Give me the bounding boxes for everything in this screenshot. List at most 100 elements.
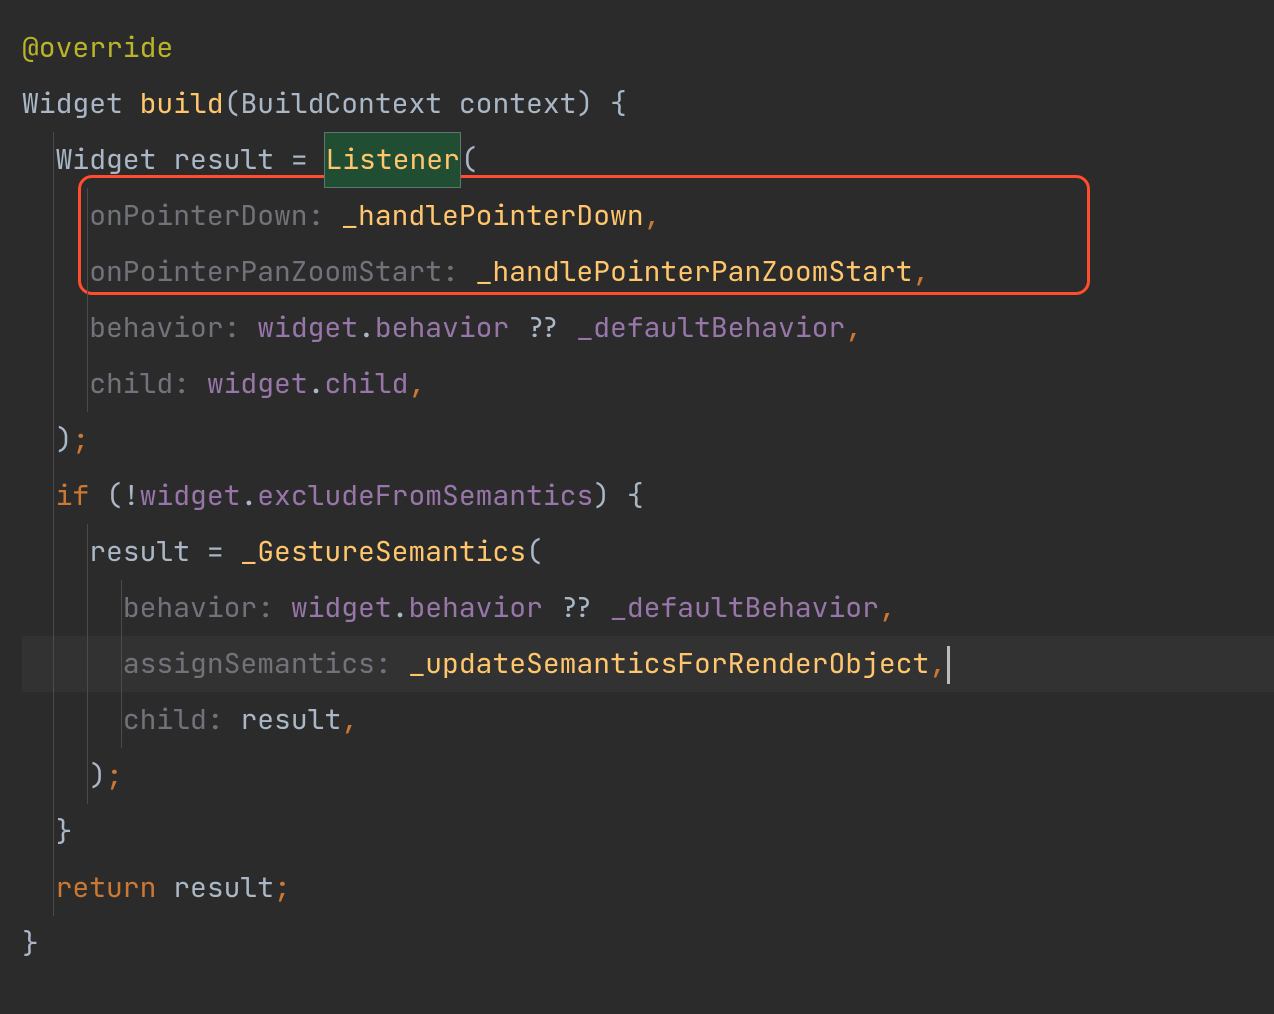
token: , <box>879 589 896 626</box>
token: : <box>442 253 476 290</box>
code-line[interactable]: behavior: widget.behavior ?? _defaultBeh… <box>22 300 1274 356</box>
indent-guide <box>87 524 88 580</box>
token: child <box>89 365 173 402</box>
indent-guide <box>87 748 88 804</box>
token: ) { <box>593 477 643 514</box>
token: , <box>845 309 862 346</box>
indent-guide <box>53 580 54 636</box>
token: return <box>56 869 174 906</box>
token: BuildContext <box>240 85 458 122</box>
indent <box>22 197 89 234</box>
code-editor[interactable]: @override Widget build(BuildContext conte… <box>0 0 1274 992</box>
code-line[interactable]: return result; <box>22 860 1274 916</box>
indent-guide <box>53 300 54 356</box>
indent <box>22 365 89 402</box>
indent-guide <box>121 580 122 636</box>
code-block[interactable]: @override Widget build(BuildContext conte… <box>22 20 1274 972</box>
code-line[interactable]: if (!widget.excludeFromSemantics) { <box>22 468 1274 524</box>
code-line[interactable]: behavior: widget.behavior ?? _defaultBeh… <box>22 580 1274 636</box>
indent-guide <box>87 300 88 356</box>
token: Widget <box>22 85 140 122</box>
code-line[interactable]: result = _GestureSemantics( <box>22 524 1274 580</box>
token: } <box>22 925 39 962</box>
indent-guide <box>53 692 54 748</box>
token: . <box>392 589 409 626</box>
indent-guide <box>53 804 54 860</box>
code-line[interactable]: ); <box>22 748 1274 804</box>
token: . <box>358 309 375 346</box>
indent-guide <box>53 412 54 468</box>
token: widget <box>207 365 308 402</box>
token: widget <box>140 477 241 514</box>
indent-guide <box>53 356 54 412</box>
indent-guide <box>87 580 88 636</box>
token: behavior <box>123 589 257 626</box>
token: : <box>207 701 241 738</box>
token: Widget <box>56 141 174 178</box>
code-line[interactable]: child: result, <box>22 692 1274 748</box>
token: ( <box>224 85 241 122</box>
token: _defaultBehavior <box>610 589 879 626</box>
indent-guide <box>53 244 54 300</box>
token: . <box>240 477 257 514</box>
indent <box>22 421 56 458</box>
token: result <box>173 141 291 178</box>
code-line[interactable]: child: widget.child, <box>22 356 1274 412</box>
token: _handlePointerDown <box>341 197 643 234</box>
indent <box>22 589 123 626</box>
indent-guide <box>87 692 88 748</box>
indent <box>22 141 56 178</box>
indent <box>22 533 89 570</box>
indent <box>22 701 123 738</box>
token: excludeFromSemantics <box>257 477 593 514</box>
indent-guide <box>87 188 88 244</box>
token: = <box>207 533 241 570</box>
code-line[interactable]: onPointerDown: _handlePointerDown, <box>22 188 1274 244</box>
indent <box>22 253 89 290</box>
token: result <box>89 533 207 570</box>
indent-guide <box>53 748 54 804</box>
token: ; <box>274 869 291 906</box>
token: @override <box>22 29 173 66</box>
token: : <box>308 197 342 234</box>
token: , <box>408 365 425 402</box>
indent-guide <box>87 356 88 412</box>
token: : <box>257 589 291 626</box>
token: ; <box>106 757 123 794</box>
token: widget <box>257 309 358 346</box>
token: behavior <box>89 309 223 346</box>
token: result <box>173 869 274 906</box>
indent-guide <box>53 468 54 524</box>
code-line[interactable]: ); <box>22 412 1274 468</box>
token: : <box>173 365 207 402</box>
token: _handlePointerPanZoomStart <box>476 253 913 290</box>
code-line[interactable]: Widget build(BuildContext context) { <box>22 76 1274 132</box>
token: child <box>324 365 408 402</box>
token: widget <box>291 589 392 626</box>
indent-guide <box>87 244 88 300</box>
token: ( <box>526 533 543 570</box>
indent-guide <box>87 636 88 692</box>
token: _updateSemanticsForRenderObject <box>408 645 929 682</box>
code-line[interactable]: onPointerPanZoomStart: _handlePointerPan… <box>22 244 1274 300</box>
token: _defaultBehavior <box>576 309 845 346</box>
token: onPointerDown <box>89 197 307 234</box>
indent-guide <box>121 636 122 692</box>
token: ) <box>89 757 106 794</box>
indent-guide <box>121 692 122 748</box>
indent <box>22 309 89 346</box>
indent-guide <box>53 860 54 916</box>
code-line[interactable]: } <box>22 916 1274 972</box>
indent <box>22 757 89 794</box>
code-line[interactable]: } <box>22 804 1274 860</box>
token: : <box>375 645 409 682</box>
code-line[interactable]: @override <box>22 20 1274 76</box>
indent-guide <box>53 636 54 692</box>
token: , <box>912 253 929 290</box>
code-line[interactable]: assignSemantics: _updateSemanticsForRend… <box>22 636 1274 692</box>
usage-highlight: Listener <box>324 132 460 188</box>
token: : <box>224 309 258 346</box>
code-line[interactable]: Widget result = Listener( <box>22 132 1274 188</box>
token: = <box>291 141 325 178</box>
token: onPointerPanZoomStart <box>89 253 442 290</box>
